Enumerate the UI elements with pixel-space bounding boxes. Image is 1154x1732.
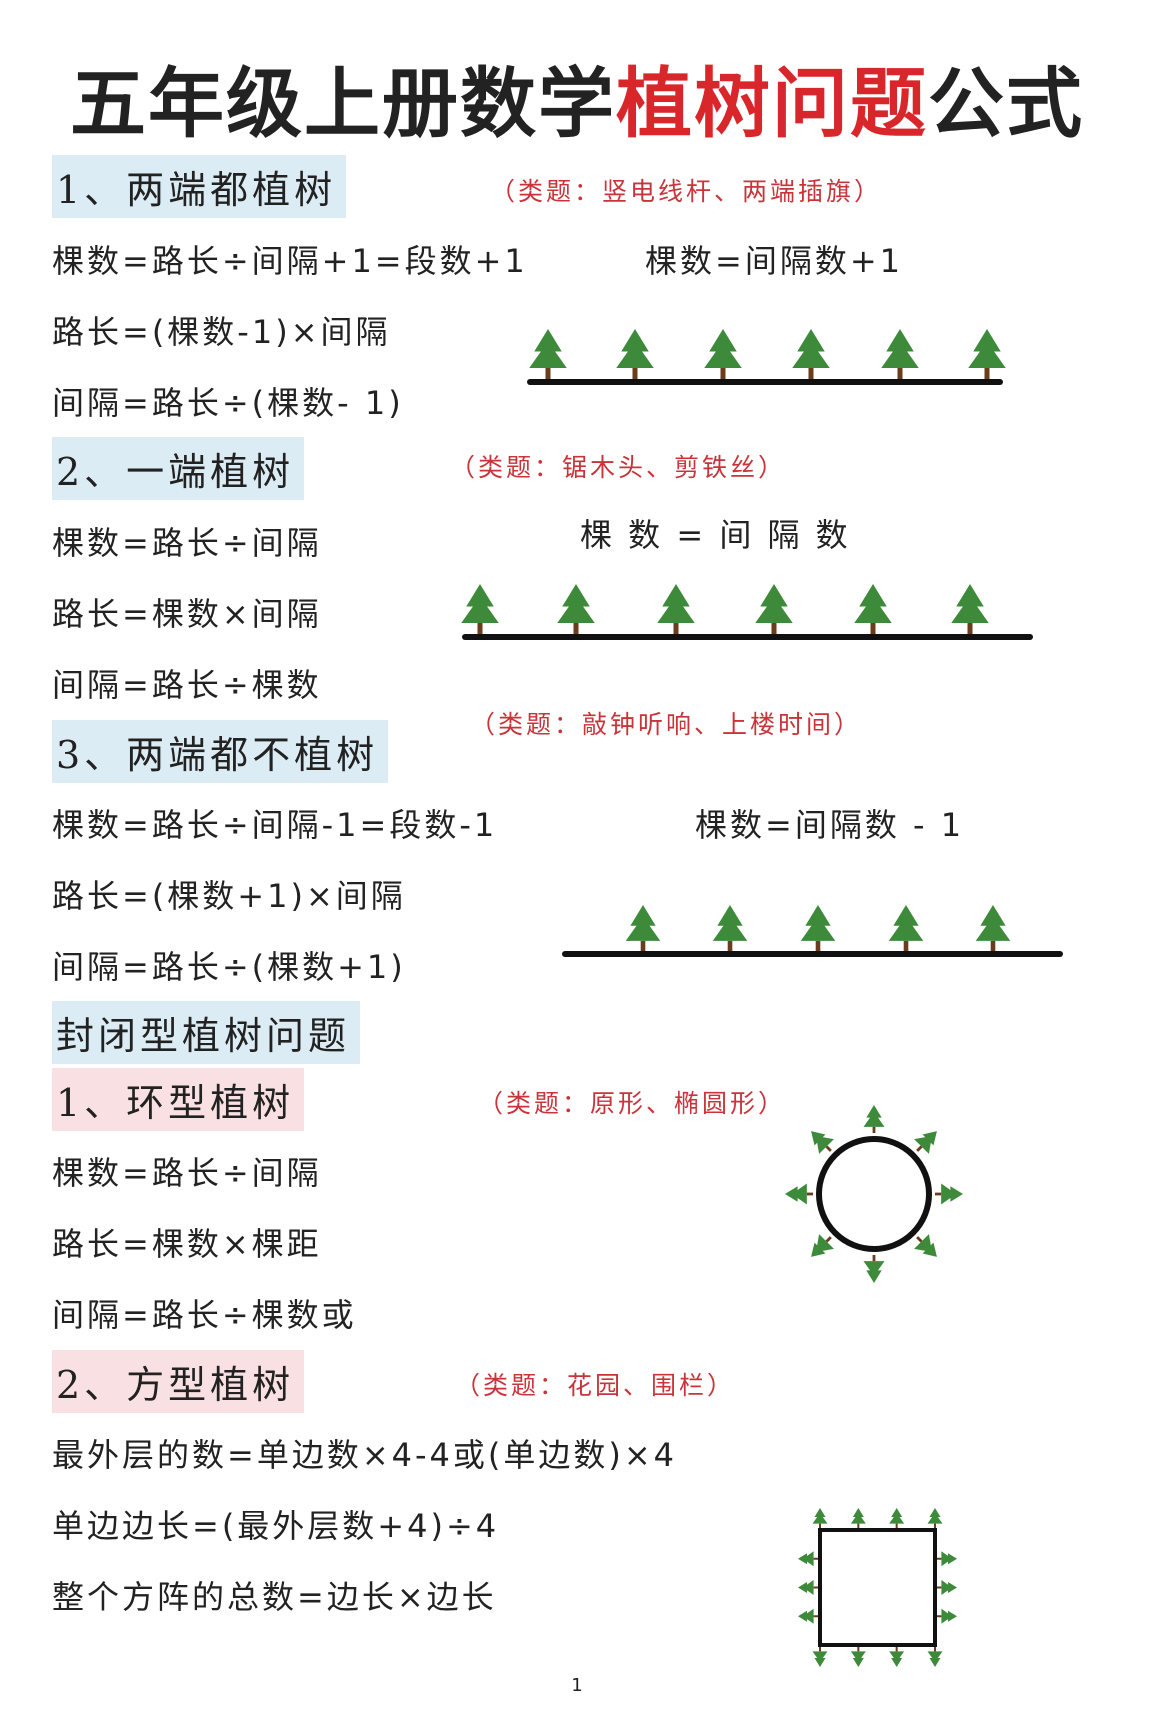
formula-s1-count: 棵数=路长÷间隔+1=段数+1 [52, 242, 528, 280]
tree-icon [785, 1183, 813, 1205]
tree-icon [951, 584, 989, 634]
tree-icon [812, 1647, 828, 1667]
formula-s2-length: 路长=棵数×间隔 [52, 595, 322, 633]
tree-icon [863, 1105, 885, 1133]
section-header-no-ends: 3、两端都不植树 [52, 720, 389, 783]
section-note-one-end: （类题：锯木头、剪铁丝） [450, 453, 787, 482]
formula-c2-side: 单边边长=(最外层数+4)÷4 [52, 1507, 500, 1545]
page-number: 1 [571, 1675, 583, 1696]
diagram-one-end [461, 584, 1033, 640]
circle-path [816, 1136, 932, 1252]
section-note-both-ends: （类题：竖电线杆、两端插旗） [490, 177, 883, 206]
tree-icon [800, 905, 836, 951]
square-path [818, 1528, 937, 1647]
formula-s1-length: 路长=(棵数-1)×间隔 [52, 313, 391, 351]
formula-s3-interval: 间隔=路长÷(棵数+1) [52, 948, 406, 986]
title-part-3: 公式 [928, 59, 1084, 148]
tree-icon [888, 905, 924, 951]
tree-icon [792, 329, 830, 379]
tree-icon [935, 1183, 963, 1205]
formula-c1-length: 路长=棵数×棵距 [52, 1225, 322, 1263]
section-header-circle: 1、环型植树 [52, 1068, 305, 1131]
section-header-closed: 封闭型植树问题 [52, 1001, 361, 1064]
diagram-both-ends [527, 329, 1006, 385]
tree-icon [889, 1647, 905, 1667]
formula-s2-interval: 间隔=路长÷棵数 [52, 666, 322, 704]
page-title: 五年级上册数学植树问题公式 [0, 42, 1154, 152]
tree-icon [798, 1551, 818, 1567]
formula-s1-interval: 间隔=路长÷(棵数- 1) [52, 384, 404, 422]
tree-icon [863, 1255, 885, 1283]
tree-icon [927, 1508, 943, 1528]
diagram-circle [785, 1105, 963, 1283]
tree-icon [712, 905, 748, 951]
section-note-no-ends: （类题：敲钟听响、上楼时间） [470, 710, 863, 739]
title-part-1: 五年级上册数学 [70, 59, 616, 148]
tree-icon [968, 329, 1006, 379]
tree-icon [704, 329, 742, 379]
tree-icon [881, 329, 919, 379]
tree-icon [975, 905, 1011, 951]
section-note-circle: （类题：原形、椭圆形） [478, 1089, 787, 1118]
tree-icon [850, 1508, 866, 1528]
formula-c2-outer: 最外层的数=单边数×4-4或(单边数)×4 [52, 1436, 678, 1474]
section-note-square: （类题：花园、围栏） [455, 1371, 736, 1400]
tree-icon [529, 329, 567, 379]
section-header-one-end: 2、一端植树 [52, 437, 305, 500]
tree-icon [937, 1580, 957, 1595]
tree-icon [625, 905, 661, 951]
tree-icon [461, 584, 499, 634]
tree-icon [657, 584, 695, 634]
formula-s3-count: 棵数=路长÷间隔-1=段数-1 [52, 806, 498, 844]
tree-icon [889, 1508, 905, 1528]
tree-icon [854, 584, 892, 634]
formula-c1-interval: 间隔=路长÷棵数或 [52, 1296, 357, 1334]
formula-s2-count: 棵数=路长÷间隔 [52, 524, 322, 562]
tree-icon [616, 329, 654, 379]
formula-s3-count-short: 棵数=间隔数 - 1 [695, 806, 965, 844]
tree-icon [937, 1551, 957, 1567]
formula-c2-total: 整个方阵的总数=边长×边长 [52, 1578, 497, 1616]
tree-icon [755, 584, 793, 634]
tree-icon [850, 1647, 866, 1667]
title-part-2-highlight: 植树问题 [616, 59, 928, 148]
tree-icon [937, 1608, 957, 1624]
formula-s1-count-short: 棵数=间隔数+1 [645, 242, 903, 280]
formula-c1-count: 棵数=路长÷间隔 [52, 1154, 322, 1192]
formula-s2-count-short: 棵 数 = 间 隔 数 [580, 516, 851, 554]
section-header-square: 2、方型植树 [52, 1350, 305, 1413]
diagram-no-ends [562, 905, 1063, 957]
tree-icon [557, 584, 595, 634]
section-header-both-ends: 1、两端都植树 [52, 155, 347, 218]
tree-icon [798, 1580, 818, 1595]
diagram-square [798, 1508, 957, 1667]
formula-s3-length: 路长=(棵数+1)×间隔 [52, 877, 406, 915]
tree-icon [812, 1508, 828, 1528]
tree-icon [927, 1647, 943, 1667]
tree-icon [798, 1608, 818, 1624]
